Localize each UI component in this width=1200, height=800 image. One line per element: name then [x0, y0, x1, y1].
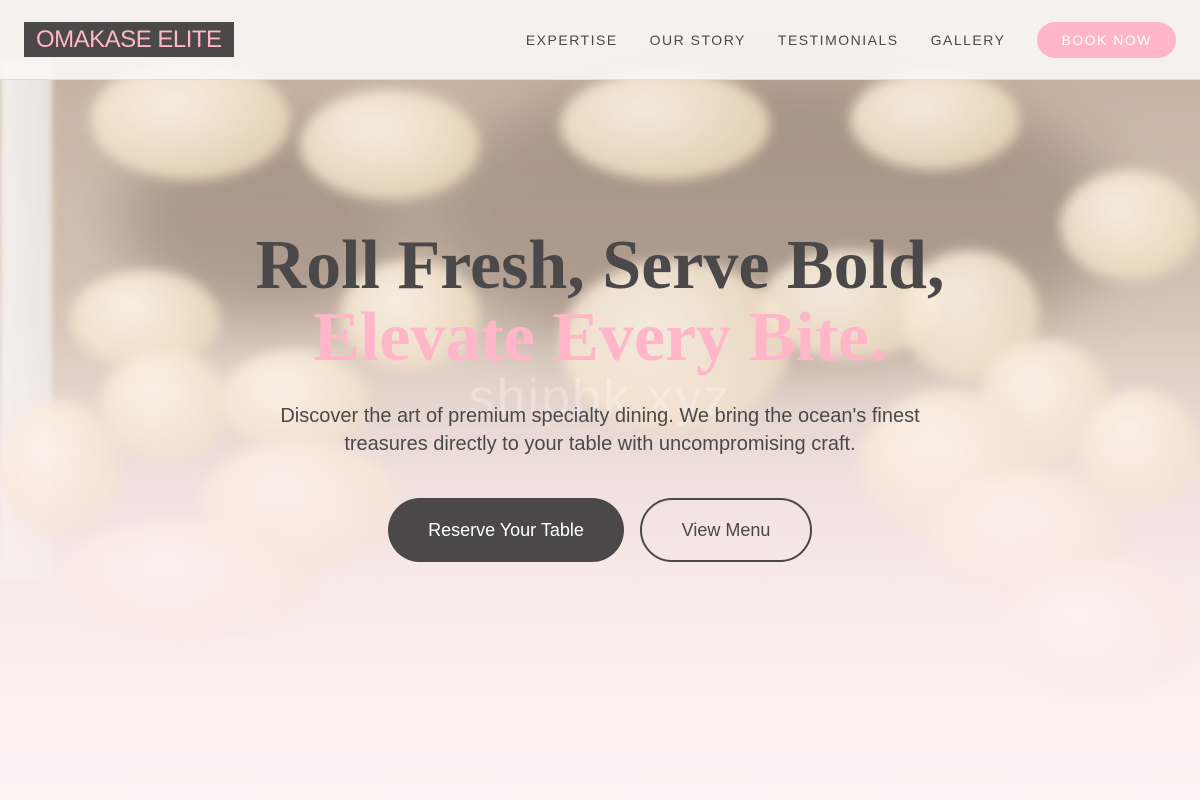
nav-item-our-story[interactable]: OUR STORY: [650, 32, 746, 48]
nav-item-testimonials[interactable]: TESTIMONIALS: [778, 32, 899, 48]
site-header: OMAKASE ELITE EXPERTISE OUR STORY TESTIM…: [0, 0, 1200, 80]
brand-logo[interactable]: OMAKASE ELITE: [24, 22, 234, 57]
view-menu-button[interactable]: View Menu: [640, 498, 812, 562]
nav-item-expertise[interactable]: EXPERTISE: [526, 32, 618, 48]
reserve-table-button[interactable]: Reserve Your Table: [388, 498, 624, 562]
nav-item-gallery[interactable]: GALLERY: [931, 32, 1006, 48]
hero-cta-group: Reserve Your Table View Menu: [0, 498, 1200, 562]
hero-subtitle: Discover the art of premium specialty di…: [280, 405, 920, 455]
book-now-button[interactable]: BOOK NOW: [1037, 21, 1176, 58]
hero-headline-accent: Elevate Every Bite.: [313, 299, 887, 376]
hero-section: Roll Fresh, Serve Bold, Elevate Every Bi…: [0, 230, 1200, 562]
hero-headline: Roll Fresh, Serve Bold, Elevate Every Bi…: [0, 230, 1200, 374]
hero-headline-line1: Roll Fresh, Serve Bold,: [255, 227, 945, 304]
main-nav: EXPERTISE OUR STORY TESTIMONIALS GALLERY…: [526, 21, 1176, 58]
